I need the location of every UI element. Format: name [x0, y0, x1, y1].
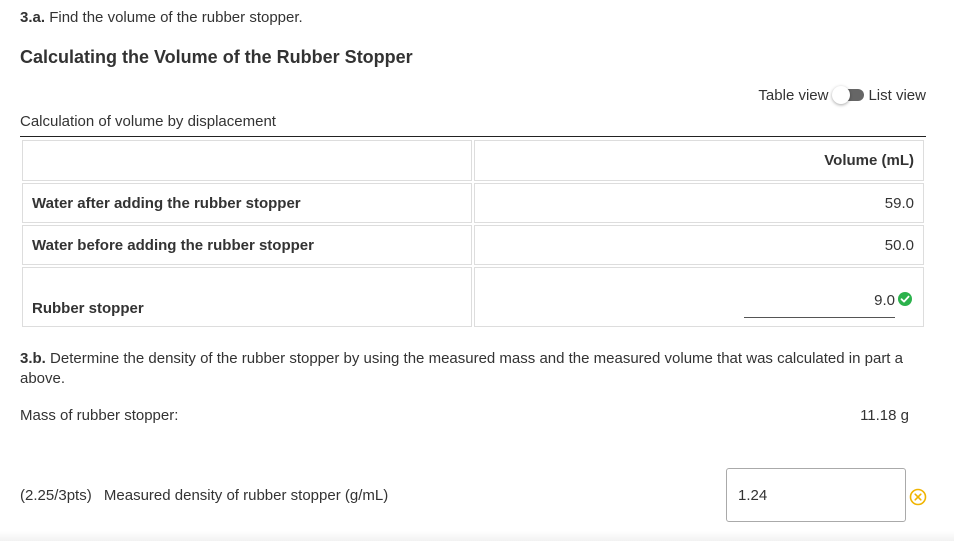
density-label: Measured density of rubber stopper (g/mL…: [103, 487, 389, 504]
mass-label: Mass of rubber stopper:: [20, 407, 179, 424]
part-a-number: 3.a.: [20, 9, 46, 26]
list-view-label[interactable]: List view: [868, 87, 926, 104]
view-toggle-group: Table view List view: [758, 86, 926, 104]
table-caption: Calculation of volume by displacement: [20, 113, 276, 130]
score-badge: (2.25/3pts): [20, 487, 92, 504]
rubber-stopper-answer-cell: [474, 267, 924, 327]
table-row-label: Rubber stopper: [22, 267, 472, 327]
mass-value: 11.18 g: [860, 407, 909, 424]
table-header-empty-cell: [22, 140, 472, 181]
table-row-label: Water after adding the rubber stopper: [22, 183, 472, 223]
toggle-knob: [832, 86, 851, 104]
rubber-stopper-volume-answer[interactable]: 9.0: [874, 292, 895, 309]
part-b-question: 3.b. Determine the density of the rubber…: [20, 349, 910, 389]
table-divider: [20, 136, 926, 137]
part-b-number: 3.b.: [20, 350, 46, 367]
density-label-row: (2.25/3pts) Measured density of rubber s…: [20, 487, 388, 504]
section-title: Calculating the Volume of the Rubber Sto…: [20, 47, 413, 67]
bottom-shadow: [0, 531, 954, 541]
density-input[interactable]: [726, 468, 906, 522]
table-row-value: 50.0: [474, 225, 924, 265]
answer-underline: [744, 317, 895, 318]
view-toggle-switch[interactable]: [832, 86, 866, 104]
table-row-label: Water before adding the rubber stopper: [22, 225, 472, 265]
incorrect-x-icon: [909, 488, 927, 506]
part-a-question: 3.a. Find the volume of the rubber stopp…: [20, 8, 303, 28]
table-row-value: 59.0: [474, 183, 924, 223]
part-b-text: Determine the density of the rubber stop…: [20, 350, 903, 387]
table-view-label[interactable]: Table view: [758, 87, 828, 104]
correct-check-icon: [898, 292, 912, 306]
table-header-volume: Volume (mL): [474, 140, 924, 181]
part-a-text: Find the volume of the rubber stopper.: [49, 9, 303, 26]
